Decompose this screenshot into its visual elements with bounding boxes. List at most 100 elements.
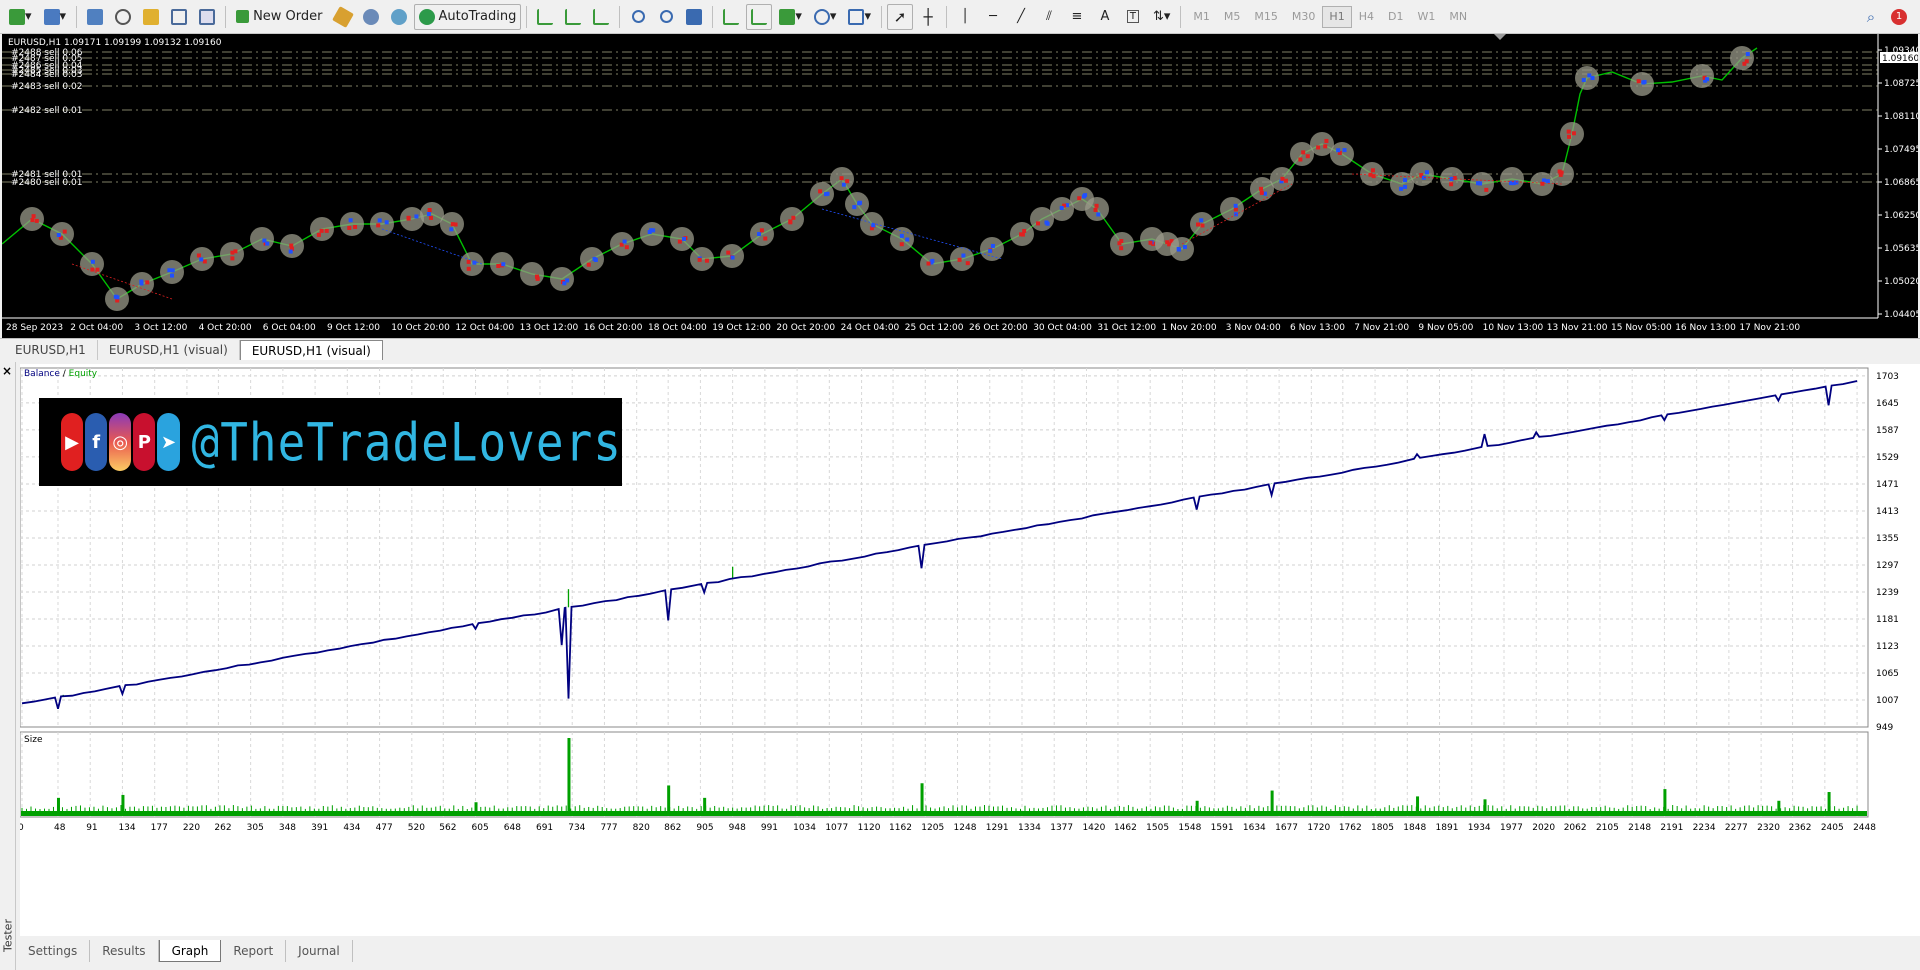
order-label: #2482 sell 0.01 [11, 106, 82, 116]
vertical-line-button[interactable]: │ [952, 4, 978, 30]
x-tick-label: 1591 [1211, 823, 1234, 833]
x-tick-label: 134 [118, 823, 135, 833]
new-order-button[interactable]: New Order [231, 4, 327, 30]
text-button[interactable]: A [1092, 4, 1118, 30]
sell-marker [145, 280, 150, 285]
equidistant-channel-button[interactable]: ⫽ [1036, 4, 1062, 30]
toolbar-separator [880, 5, 882, 28]
candlestick-button[interactable] [560, 4, 586, 30]
toolbar-separator [225, 5, 227, 28]
x-tick-label: 2405 [1821, 823, 1844, 833]
notifications-button[interactable]: 1 [1886, 4, 1912, 30]
line-chart-button[interactable] [588, 4, 614, 30]
metaeditor-button[interactable] [330, 4, 356, 30]
timeframe-h4[interactable]: H4 [1352, 6, 1381, 28]
data-window-button[interactable] [110, 4, 136, 30]
timeframe-d1[interactable]: D1 [1381, 6, 1410, 28]
signals-button[interactable] [358, 4, 384, 30]
date-tick-label: 12 Oct 04:00 [455, 323, 514, 333]
x-tick-label: 434 [343, 823, 360, 833]
cursor-button[interactable]: ➚ [886, 3, 913, 30]
tile-windows-button[interactable] [681, 4, 707, 30]
new-chart-button[interactable]: ▾ [4, 4, 37, 30]
date-tick-label: 15 Nov 05:00 [1611, 323, 1672, 333]
close-icon[interactable]: × [2, 364, 12, 378]
bar-chart-button[interactable] [532, 4, 558, 30]
navigator-button[interactable] [138, 4, 164, 30]
terminal-button[interactable] [166, 4, 192, 30]
trade-cluster [640, 222, 664, 246]
price-tick-label: 1.05635 [1884, 244, 1918, 254]
tab-results[interactable]: Results [90, 940, 159, 962]
size-spike [1416, 796, 1420, 811]
y-tick-label: 1645 [1876, 399, 1899, 409]
autotrading-button[interactable]: AutoTrading [413, 3, 522, 30]
trade-cluster [520, 262, 544, 286]
buy-marker [170, 273, 175, 278]
profiles-button[interactable]: ▾ [39, 4, 72, 30]
size-spike [1195, 800, 1199, 811]
social-banner: ▶ f ◎ P ➤ @TheTradeLovers [39, 398, 622, 486]
timeframe-w1[interactable]: W1 [1410, 6, 1442, 28]
zoom-out-button[interactable] [653, 4, 679, 30]
size-spike [703, 797, 707, 811]
timeframe-h1[interactable]: H1 [1322, 5, 1352, 28]
sell-marker [1636, 79, 1641, 84]
auto-scroll-button[interactable] [718, 4, 744, 30]
strategy-tester-button[interactable] [194, 4, 220, 30]
market-watch-button[interactable] [82, 4, 108, 30]
zoom-in-button[interactable] [625, 4, 651, 30]
chart-tab[interactable]: EURUSD,H1 [4, 340, 98, 360]
fibonacci-icon: ≡ [1071, 9, 1083, 24]
timeframe-m15[interactable]: M15 [1247, 6, 1285, 28]
size-label: Size [24, 735, 43, 745]
indicators-button[interactable]: ▾ [774, 4, 807, 30]
sell-marker [1259, 190, 1264, 195]
tab-settings[interactable]: Settings [16, 940, 91, 962]
trade-cluster [950, 247, 974, 271]
market-button[interactable] [386, 4, 412, 30]
text-label-button[interactable]: T [1120, 4, 1146, 30]
buy-marker [1176, 246, 1181, 251]
arrows-button[interactable]: ⇅ ▾ [1148, 4, 1175, 30]
size-spike [920, 783, 924, 811]
sell-marker [34, 218, 39, 223]
horizontal-line-button[interactable]: ─ [980, 4, 1006, 30]
tab-journal[interactable]: Journal [286, 940, 353, 962]
tab-report[interactable]: Report [221, 940, 287, 962]
market-watch-icon [87, 8, 104, 25]
periods-button[interactable]: ▾ [809, 4, 842, 30]
navigator-star-icon [143, 8, 160, 25]
templates-button[interactable]: ▾ [843, 4, 876, 30]
buy-marker [1403, 178, 1408, 183]
chart-tab[interactable]: EURUSD,H1 (visual) [98, 340, 240, 360]
chart-tab[interactable]: EURUSD,H1 (visual) [239, 340, 383, 360]
search-button[interactable]: ⌕ [1858, 4, 1884, 30]
size-spike [1777, 800, 1781, 811]
x-tick-label: 1248 [954, 823, 977, 833]
timeframe-mn[interactable]: MN [1442, 6, 1474, 28]
fibonacci-button[interactable]: ≡ [1064, 4, 1090, 30]
buy-marker [414, 214, 419, 219]
sell-marker [839, 176, 844, 181]
tester-tabs: Settings Results Graph Report Journal [16, 940, 353, 968]
x-tick-label: 991 [761, 823, 778, 833]
timeframe-m1[interactable]: M1 [1186, 6, 1217, 28]
y-tick-label: 1413 [1876, 507, 1899, 517]
sell-marker [428, 215, 433, 220]
tab-graph[interactable]: Graph [158, 940, 222, 962]
date-tick-label: 9 Nov 05:00 [1418, 323, 1473, 333]
y-tick-label: 949 [1876, 723, 1893, 733]
timeframe-m30[interactable]: M30 [1285, 6, 1323, 28]
crosshair-button[interactable]: ┼ [915, 4, 941, 30]
chart-shift-marker[interactable] [1494, 34, 1506, 40]
timeframe-m5[interactable]: M5 [1217, 6, 1248, 28]
sell-marker [965, 261, 970, 266]
x-tick-label: 2234 [1693, 823, 1716, 833]
size-spike [121, 794, 125, 811]
chart-shift-button[interactable] [746, 3, 773, 30]
trendline-button[interactable]: ╱ [1008, 4, 1034, 30]
price-tick-label: 1.06250 [1884, 211, 1918, 221]
price-chart[interactable]: EURUSD,H1 1.09171 1.09199 1.09132 1.0916… [2, 34, 1918, 338]
trendline-icon: ╱ [1017, 9, 1025, 24]
